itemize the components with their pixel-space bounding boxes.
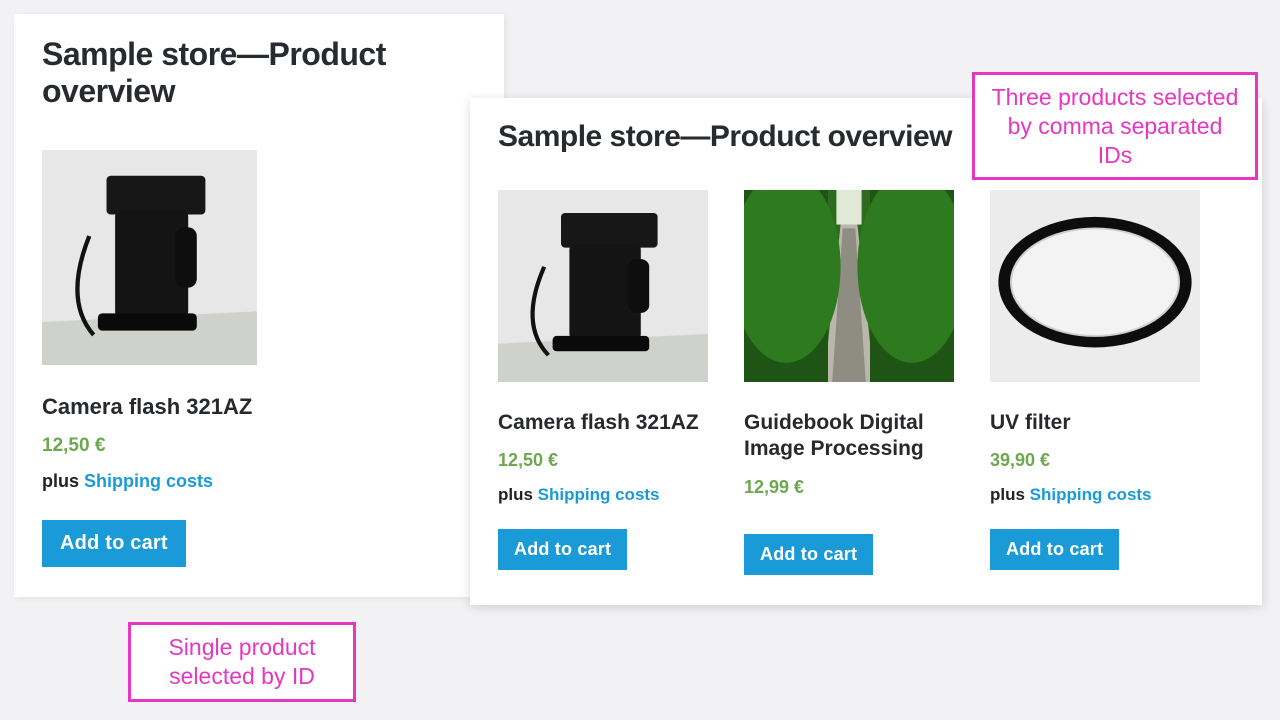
product-price: 12,99 € bbox=[744, 477, 804, 498]
shipping-line: plus Shipping costs bbox=[498, 485, 660, 505]
shipping-costs-link[interactable]: Shipping costs bbox=[538, 485, 660, 504]
product-card[interactable]: UV filter 39,90 € plus Shipping costs Ad… bbox=[990, 190, 1200, 575]
product-card[interactable]: Camera flash 321AZ 12,50 € plus Shipping… bbox=[42, 150, 257, 567]
product-title[interactable]: UV filter bbox=[990, 410, 1071, 436]
product-image[interactable] bbox=[498, 190, 708, 382]
product-image[interactable] bbox=[42, 150, 257, 365]
product-price: 12,50 € bbox=[498, 450, 558, 471]
product-price: 39,90 € bbox=[990, 450, 1050, 471]
product-image[interactable] bbox=[744, 190, 954, 382]
product-title[interactable]: Camera flash 321AZ bbox=[42, 393, 252, 421]
shipping-prefix: plus bbox=[990, 485, 1030, 504]
add-to-cart-button[interactable]: Add to cart bbox=[990, 529, 1119, 570]
shipping-costs-link[interactable]: Shipping costs bbox=[84, 471, 213, 491]
annotation-single-product: Single product selected by ID bbox=[128, 622, 356, 702]
annotation-three-products: Three products selected by comma separat… bbox=[972, 72, 1258, 180]
product-image[interactable] bbox=[990, 190, 1200, 382]
product-card[interactable]: Camera flash 321AZ 12,50 € plus Shipping… bbox=[498, 190, 708, 575]
product-title[interactable]: Camera flash 321AZ bbox=[498, 410, 699, 436]
product-card[interactable]: Guidebook Digital Image Processing 12,99… bbox=[744, 190, 954, 575]
product-grid: Camera flash 321AZ 12,50 € plus Shipping… bbox=[498, 190, 1234, 575]
shipping-line: plus Shipping costs bbox=[990, 485, 1152, 505]
product-price: 12,50 € bbox=[42, 435, 105, 457]
add-to-cart-button[interactable]: Add to cart bbox=[498, 529, 627, 570]
shipping-prefix: plus bbox=[498, 485, 538, 504]
page-title: Sample store—Product overview bbox=[42, 36, 476, 110]
shipping-costs-link[interactable]: Shipping costs bbox=[1030, 485, 1152, 504]
store-panel-single: Sample store—Product overview Camera fla… bbox=[14, 14, 504, 597]
product-title[interactable]: Guidebook Digital Image Processing bbox=[744, 410, 954, 463]
product-grid: Camera flash 321AZ 12,50 € plus Shipping… bbox=[42, 150, 476, 567]
add-to-cart-button[interactable]: Add to cart bbox=[42, 520, 186, 567]
add-to-cart-button[interactable]: Add to cart bbox=[744, 534, 873, 575]
shipping-prefix: plus bbox=[42, 471, 84, 491]
shipping-line: plus Shipping costs bbox=[42, 471, 213, 492]
